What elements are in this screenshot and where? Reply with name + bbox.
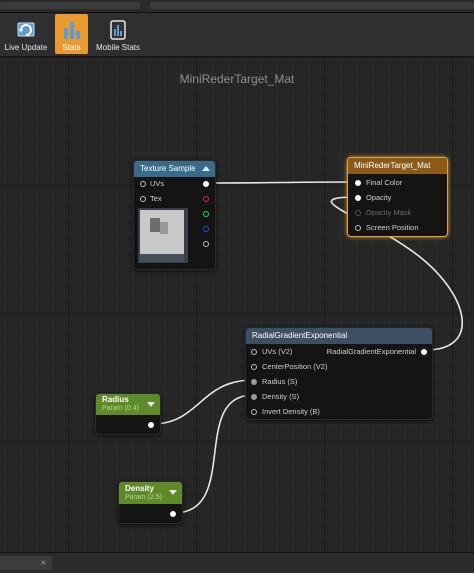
r-output-pin[interactable] xyxy=(203,196,209,202)
radius-param-header[interactable]: Radius Param (0.4) xyxy=(96,394,160,415)
opacity-pin[interactable] xyxy=(355,195,361,201)
center-position-label: CenterPosition (V2) xyxy=(262,362,328,371)
expand-arrow-icon[interactable] xyxy=(169,490,177,495)
tex-input-label: Tex xyxy=(150,194,162,203)
radius-pin[interactable] xyxy=(251,379,257,385)
mobile-stats-label: Mobile Stats xyxy=(95,43,141,52)
b-output-pin[interactable] xyxy=(203,226,209,232)
rgb-output-pin[interactable] xyxy=(203,181,209,187)
mobile-stats-icon xyxy=(107,19,129,41)
bottom-bar: × xyxy=(0,552,474,573)
material-output-node[interactable]: MiniRederTarget_Mat Final Color Opacity … xyxy=(347,157,448,237)
stats-button[interactable]: Stats xyxy=(55,14,88,54)
radius-param-value: Param (0.4) xyxy=(102,405,139,412)
material-graph-canvas[interactable]: MiniRederTarget_Mat Texture Sample UVs T… xyxy=(0,57,474,552)
texture-sample-title: Texture Sample xyxy=(140,164,196,173)
expand-arrow-icon[interactable] xyxy=(147,402,155,407)
radial-gradient-node[interactable]: RadialGradientExponential UVs (V2) Cente… xyxy=(245,327,433,420)
density-input-label: Density (S) xyxy=(262,392,300,401)
material-output-header[interactable]: MiniRederTarget_Mat xyxy=(348,158,447,174)
radius-param-title: Radius xyxy=(102,395,129,404)
density-param-title: Density xyxy=(125,484,154,493)
collapse-arrow-icon[interactable] xyxy=(202,166,210,171)
opacity-mask-pin[interactable] xyxy=(355,210,361,216)
live-update-button[interactable]: Live Update xyxy=(2,14,50,54)
opacity-mask-label: Opacity Mask xyxy=(366,208,412,217)
final-color-pin[interactable] xyxy=(355,180,361,186)
radius-input-label: Radius (S) xyxy=(262,377,298,386)
radius-output-pin[interactable] xyxy=(148,422,154,428)
g-output-pin[interactable] xyxy=(203,211,209,217)
top-strip-segment xyxy=(0,2,140,9)
live-update-label: Live Update xyxy=(4,43,48,52)
density-param-value: Param (2.5) xyxy=(125,494,162,501)
wire-radius-to-gradient xyxy=(151,379,254,425)
wire-texture-to-final-color xyxy=(210,181,358,184)
a-output-pin[interactable] xyxy=(203,241,209,247)
close-icon[interactable]: × xyxy=(40,558,47,567)
live-update-icon xyxy=(15,19,37,41)
gradient-output-pin[interactable] xyxy=(421,349,427,355)
tex-input-pin[interactable] xyxy=(140,196,146,202)
invert-density-pin[interactable] xyxy=(251,409,257,415)
editor-toolbar: Live Update Stats Mobile Stats xyxy=(0,13,474,57)
graph-wires xyxy=(151,181,463,514)
screen-position-pin[interactable] xyxy=(355,225,361,231)
wire-density-to-gradient xyxy=(173,394,254,514)
top-strip-segment xyxy=(150,2,474,9)
texture-sample-node[interactable]: Texture Sample UVs Tex xyxy=(133,160,216,270)
texture-preview-image xyxy=(138,208,188,263)
invert-density-label: Invert Density (B) xyxy=(262,407,320,416)
screen-position-label: Screen Position xyxy=(366,223,419,232)
density-pin[interactable] xyxy=(251,394,257,400)
stats-icon xyxy=(61,19,83,41)
uvs-input-label: UVs xyxy=(150,179,165,188)
center-position-pin[interactable] xyxy=(251,364,257,370)
gradient-output-label: RadialGradientExponential xyxy=(326,347,416,356)
final-color-label: Final Color xyxy=(366,178,403,187)
mobile-stats-button[interactable]: Mobile Stats xyxy=(92,14,144,54)
uvs-input-pin[interactable] xyxy=(140,181,146,187)
radius-param-node[interactable]: Radius Param (0.4) xyxy=(95,393,161,435)
density-output-pin[interactable] xyxy=(170,511,176,517)
opacity-label: Opacity xyxy=(366,193,392,202)
uvs-v2-pin[interactable] xyxy=(251,349,257,355)
radial-gradient-header[interactable]: RadialGradientExponential xyxy=(246,328,432,344)
window-top-strip xyxy=(0,0,474,13)
radial-gradient-title: RadialGradientExponential xyxy=(252,331,348,340)
texture-sample-header[interactable]: Texture Sample xyxy=(134,161,215,177)
density-param-header[interactable]: Density Param (2.5) xyxy=(119,482,182,504)
material-output-title: MiniRederTarget_Mat xyxy=(354,161,431,170)
stats-label: Stats xyxy=(62,43,81,52)
uvs-v2-label: UVs (V2) xyxy=(262,347,293,356)
density-param-node[interactable]: Density Param (2.5) xyxy=(118,481,183,524)
